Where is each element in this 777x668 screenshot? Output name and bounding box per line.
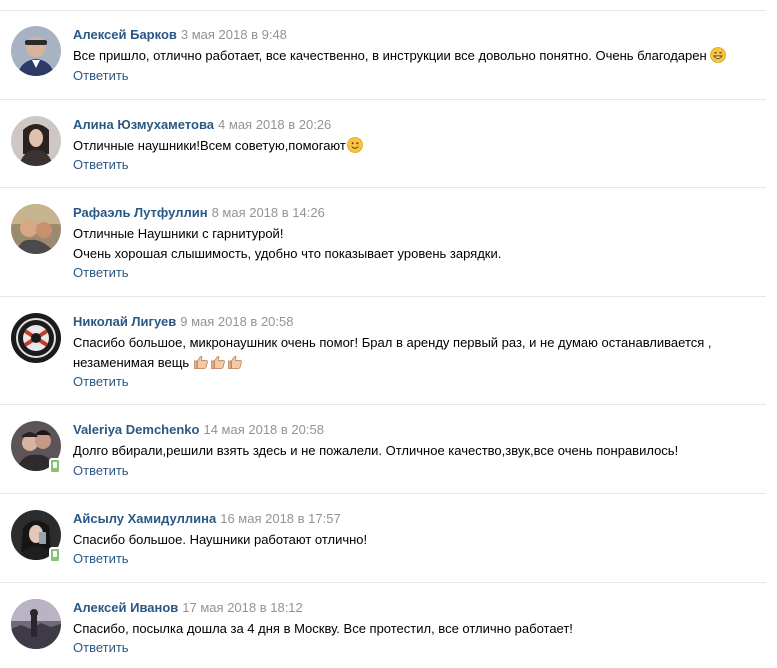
comment-date[interactable]: 14 мая 2018 в 20:58 — [203, 422, 323, 437]
reply-link[interactable]: Ответить — [73, 639, 129, 657]
thumbs-up-icon — [193, 354, 209, 376]
mobile-online-icon — [49, 458, 61, 474]
comment-item: Николай Лигуев 9 мая 2018 в 20:58 Спасибо… — [0, 297, 766, 405]
thumbs-up-icon — [227, 354, 243, 376]
avatar[interactable] — [11, 313, 61, 363]
comment-item: Алексей Иванов 17 мая 2018 в 18:12 Спасиб… — [0, 583, 766, 668]
comment-text-line: Спасибо, посылка дошла за 4 дня в Москву… — [73, 621, 573, 636]
comment-header: Рафаэль Лутфуллин 8 мая 2018 в 14:26 — [73, 204, 325, 222]
comment-date[interactable]: 16 мая 2018 в 17:57 — [220, 511, 340, 526]
avatar[interactable] — [11, 116, 61, 166]
smile-emoji-icon — [346, 137, 363, 159]
comments-feed: Алексей Барков 3 мая 2018 в 9:48 Все приш… — [0, 0, 777, 668]
comment-text-line: Спасибо большое. Наушники работают отлич… — [73, 532, 368, 547]
thumbs-up-icon — [210, 354, 226, 376]
comment-date[interactable]: 4 мая 2018 в 20:26 — [218, 117, 331, 132]
comment-text: Спасибо большое. Наушники работают отлич… — [73, 530, 753, 550]
comment-text-line: незаменимая вещь — [73, 353, 753, 376]
comment-item: Алина Юзмухаметова 4 мая 2018 в 20:26 Отл… — [0, 100, 766, 188]
comment-header: Алексей Барков 3 мая 2018 в 9:48 — [73, 26, 287, 44]
reply-link[interactable]: Ответить — [73, 156, 129, 174]
comment-text: Долго вбирали,решили взять здесь и не по… — [73, 441, 753, 461]
comment-text: Спасибо, посылка дошла за 4 дня в Москву… — [73, 619, 753, 639]
avatar[interactable] — [11, 599, 61, 649]
comment-item: Айсылу Хамидуллина 16 мая 2018 в 17:57 Сп… — [0, 494, 766, 583]
comment-header: Николай Лигуев 9 мая 2018 в 20:58 — [73, 313, 293, 331]
comment-text-line: Отличные наушники!Всем советую,помогают — [73, 136, 753, 159]
reply-link[interactable]: Ответить — [73, 67, 129, 85]
comment-text: Отличные наушники!Всем советую,помогают — [73, 136, 753, 159]
comment-text: Отличные Наушники с гарнитурой! Очень хо… — [73, 224, 753, 264]
comment-text-line: Отличные Наушники с гарнитурой! — [73, 226, 284, 241]
comment-header: Valeriya Demchenko 14 мая 2018 в 20:58 — [73, 421, 324, 439]
comment-text-line: Спасибо большое, микронаушник очень помо… — [73, 335, 712, 350]
avatar[interactable] — [11, 204, 61, 254]
comment-text-line: Долго вбирали,решили взять здесь и не по… — [73, 443, 679, 458]
comment-date[interactable]: 9 мая 2018 в 20:58 — [180, 314, 293, 329]
reply-link[interactable]: Ответить — [73, 373, 129, 391]
comment-text: Все пришло, отлично работает, все качест… — [73, 46, 753, 69]
comment-item: Valeriya Demchenko 14 мая 2018 в 20:58 До… — [0, 405, 766, 494]
author-name[interactable]: Алексей Иванов — [73, 600, 178, 615]
author-name[interactable]: Рафаэль Лутфуллин — [73, 205, 208, 220]
author-name[interactable]: Алина Юзмухаметова — [73, 117, 214, 132]
avatar[interactable] — [11, 26, 61, 76]
comment-item: Рафаэль Лутфуллин 8 мая 2018 в 14:26 Отли… — [0, 188, 766, 297]
author-name[interactable]: Айсылу Хамидуллина — [73, 511, 216, 526]
comment-header: Айсылу Хамидуллина 16 мая 2018 в 17:57 — [73, 510, 341, 528]
mobile-online-icon — [49, 547, 61, 563]
comment-item: Алексей Барков 3 мая 2018 в 9:48 Все приш… — [0, 10, 766, 100]
reply-link[interactable]: Ответить — [73, 264, 129, 282]
reply-link[interactable]: Ответить — [73, 550, 129, 568]
author-name[interactable]: Николай Лигуев — [73, 314, 176, 329]
comment-text-line: Очень хорошая слышимость, удобно что пок… — [73, 246, 502, 261]
comment-date[interactable]: 8 мая 2018 в 14:26 — [212, 205, 325, 220]
reply-link[interactable]: Ответить — [73, 462, 129, 480]
comment-date[interactable]: 3 мая 2018 в 9:48 — [181, 27, 287, 42]
comment-header: Алексей Иванов 17 мая 2018 в 18:12 — [73, 599, 303, 617]
author-name[interactable]: Valeriya Demchenko — [73, 422, 199, 437]
grin-emoji-icon — [709, 47, 726, 69]
comment-text: Спасибо большое, микронаушник очень помо… — [73, 333, 753, 376]
author-name[interactable]: Алексей Барков — [73, 27, 177, 42]
comment-header: Алина Юзмухаметова 4 мая 2018 в 20:26 — [73, 116, 331, 134]
comment-date[interactable]: 17 мая 2018 в 18:12 — [182, 600, 302, 615]
comment-text-line: Все пришло, отлично работает, все качест… — [73, 46, 753, 69]
